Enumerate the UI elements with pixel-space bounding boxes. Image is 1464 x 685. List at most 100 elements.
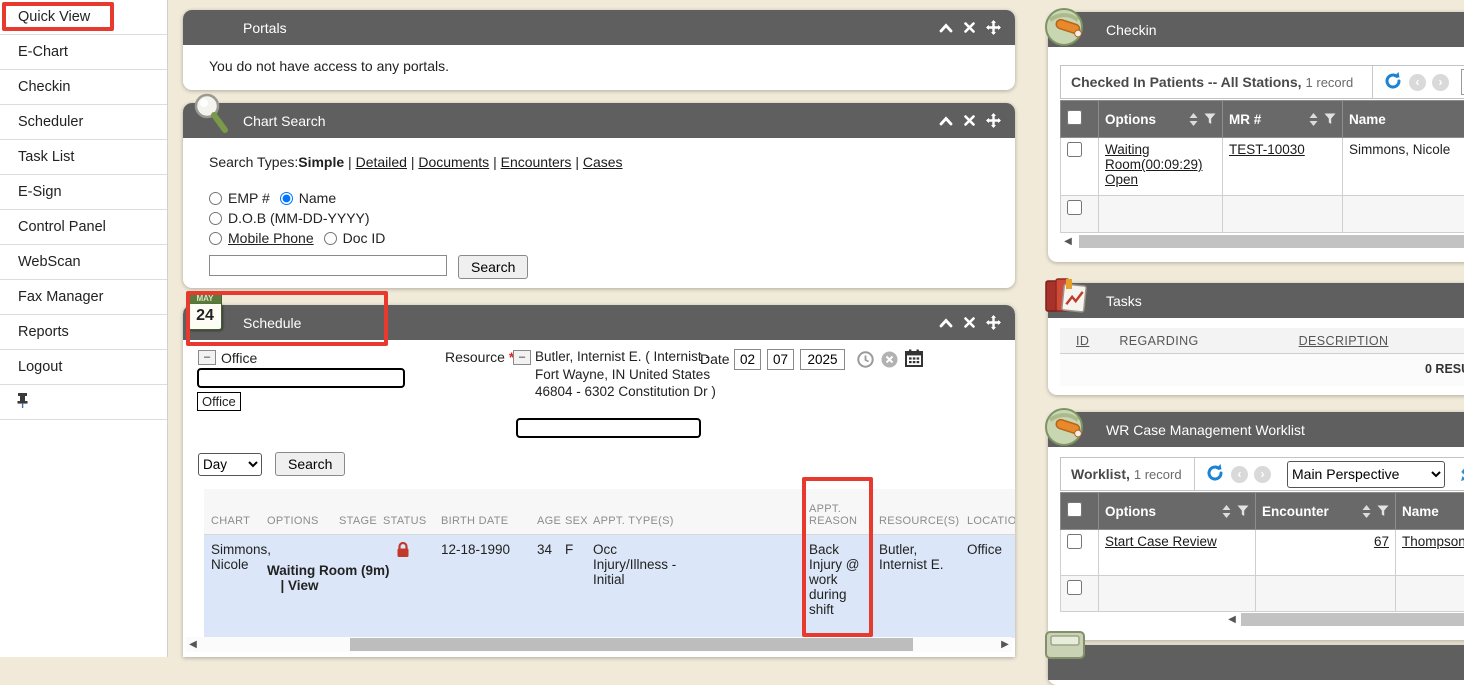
- name-radio[interactable]: [280, 192, 293, 205]
- move-icon[interactable]: [986, 20, 1001, 35]
- col-stage[interactable]: STAGE: [332, 515, 376, 534]
- row-checkbox[interactable]: [1067, 580, 1082, 595]
- scrollbar-thumb[interactable]: [1079, 235, 1464, 248]
- cell-chart[interactable]: Simmons, Nicole: [204, 535, 260, 638]
- col-status[interactable]: STATUS: [376, 515, 434, 534]
- sidebar-item-scheduler[interactable]: Scheduler: [0, 105, 167, 140]
- worklist-col-options[interactable]: Options: [1099, 493, 1256, 530]
- refresh-icon[interactable]: [1383, 71, 1403, 94]
- schedule-hscrollbar[interactable]: ◀ ▶: [186, 637, 1012, 652]
- worklist-patient-link[interactable]: Thompson, Jennifer: [1402, 534, 1464, 549]
- resource-collapse-button[interactable]: –: [513, 350, 531, 365]
- scroll-left-arrow[interactable]: ◀: [1061, 236, 1075, 247]
- search-type-simple[interactable]: Simple: [298, 154, 344, 170]
- dob-radio[interactable]: [209, 212, 222, 225]
- chart-search-button[interactable]: Search: [458, 255, 528, 279]
- scrollbar-thumb[interactable]: [1241, 613, 1464, 626]
- col-options[interactable]: OPTIONS: [260, 515, 332, 534]
- scrollbar-thumb[interactable]: [350, 638, 913, 651]
- date-day-input[interactable]: [767, 349, 794, 370]
- sidebar-item-control-panel[interactable]: Control Panel: [0, 210, 167, 245]
- row-checkbox[interactable]: [1067, 534, 1082, 549]
- close-icon[interactable]: [964, 22, 975, 33]
- clear-date-icon[interactable]: [881, 351, 898, 371]
- tasks-col-id[interactable]: ID: [1076, 334, 1089, 348]
- calendar-picker-icon[interactable]: [905, 349, 923, 370]
- tasks-col-regarding: REGARDING: [1119, 334, 1198, 348]
- date-year-input[interactable]: [800, 349, 845, 370]
- checkin-col-mr[interactable]: MR #: [1223, 101, 1343, 138]
- search-type-encounters[interactable]: Encounters: [501, 154, 572, 170]
- resource-input[interactable]: [516, 418, 701, 438]
- close-icon[interactable]: [964, 317, 975, 328]
- sidebar-item-e-sign[interactable]: E-Sign: [0, 175, 167, 210]
- sidebar-item-checkin[interactable]: Checkin: [0, 70, 167, 105]
- tasks-col-description[interactable]: DESCRIPTION: [1299, 334, 1389, 348]
- sidebar-item-webscan[interactable]: WebScan: [0, 245, 167, 280]
- next-page-icon[interactable]: ›: [1432, 74, 1449, 91]
- appointment-row[interactable]: Simmons, Nicole Waiting Room (9m) | View…: [204, 535, 1015, 638]
- select-all-checkbox[interactable]: [1067, 502, 1082, 517]
- mr-number-link[interactable]: TEST-10030: [1229, 142, 1305, 157]
- collapse-icon[interactable]: [939, 318, 953, 328]
- move-icon[interactable]: [986, 315, 1001, 330]
- clock-icon[interactable]: [857, 351, 874, 371]
- checkin-col-name[interactable]: Name: [1343, 101, 1464, 138]
- col-chart[interactable]: CHART: [204, 515, 260, 534]
- col-sex[interactable]: SEX: [558, 515, 586, 534]
- search-type-detailed[interactable]: Detailed: [356, 154, 407, 170]
- scroll-right-arrow[interactable]: ▶: [998, 639, 1012, 650]
- col-resources[interactable]: RESOURCE(S): [872, 515, 960, 534]
- col-birth-date[interactable]: BIRTH DATE: [434, 515, 530, 534]
- prev-page-icon[interactable]: ‹: [1409, 74, 1426, 91]
- col-location[interactable]: LOCATION: [960, 515, 1015, 534]
- checkin-col-options[interactable]: Options: [1099, 101, 1223, 138]
- search-type-documents[interactable]: Documents: [418, 154, 489, 170]
- worklist-hscrollbar[interactable]: ◀: [1061, 612, 1464, 627]
- office-collapse-button[interactable]: –: [198, 350, 216, 365]
- mobile-phone-radio-label[interactable]: Mobile Phone: [228, 230, 314, 246]
- pin-icon[interactable]: [16, 392, 29, 412]
- open-link[interactable]: Open: [1105, 172, 1138, 187]
- office-input[interactable]: [197, 368, 405, 388]
- sidebar-item-task-list[interactable]: Task List: [0, 140, 167, 175]
- worklist-col-name[interactable]: Name: [1396, 493, 1464, 530]
- col-appt-types[interactable]: APPT. TYPE(S): [593, 515, 674, 527]
- sidebar-item-reports[interactable]: Reports: [0, 315, 167, 350]
- move-icon[interactable]: [986, 113, 1001, 128]
- date-month-input[interactable]: [734, 349, 761, 370]
- col-appt-reason[interactable]: APPT. REASON: [809, 503, 865, 527]
- search-type-cases[interactable]: Cases: [583, 154, 623, 170]
- scroll-left-arrow[interactable]: ◀: [1225, 614, 1239, 625]
- row-checkbox[interactable]: [1067, 200, 1082, 215]
- schedule-search-button[interactable]: Search: [275, 452, 345, 476]
- checkin-hscrollbar[interactable]: ◀: [1061, 234, 1464, 249]
- view-link[interactable]: | View: [267, 578, 332, 593]
- start-case-review-link[interactable]: Start Case Review: [1105, 534, 1217, 549]
- sidebar-item-fax-manager[interactable]: Fax Manager: [0, 280, 167, 315]
- next-page-icon[interactable]: ›: [1254, 466, 1271, 483]
- view-mode-select[interactable]: Day: [198, 453, 262, 476]
- waiting-room-stage[interactable]: Waiting Room (9m): [267, 563, 332, 578]
- col-age[interactable]: AGE: [530, 515, 558, 534]
- edit-pencil-icon[interactable]: [1459, 463, 1464, 485]
- sidebar-item-e-chart[interactable]: E-Chart: [0, 35, 167, 70]
- close-icon[interactable]: [964, 115, 975, 126]
- chart-search-input[interactable]: [209, 255, 447, 276]
- row-checkbox[interactable]: [1067, 142, 1082, 157]
- emp-radio[interactable]: [209, 192, 222, 205]
- collapse-icon[interactable]: [939, 116, 953, 126]
- select-all-checkbox[interactable]: [1067, 110, 1082, 125]
- refresh-icon[interactable]: [1205, 463, 1225, 486]
- scroll-left-arrow[interactable]: ◀: [186, 639, 200, 650]
- worklist-col-encounter[interactable]: Encounter: [1256, 493, 1396, 530]
- sidebar-item-logout[interactable]: Logout: [0, 350, 167, 385]
- prev-page-icon[interactable]: ‹: [1231, 466, 1248, 483]
- perspective-select[interactable]: Main Perspective: [1287, 461, 1445, 488]
- encounter-link[interactable]: 67: [1374, 534, 1389, 549]
- sidebar-item-quick-view[interactable]: Quick View: [0, 0, 167, 35]
- collapse-icon[interactable]: [939, 23, 953, 33]
- doc-id-radio[interactable]: [324, 232, 337, 245]
- waiting-room-link[interactable]: Waiting Room(00:09:29): [1105, 142, 1203, 172]
- mobile-phone-radio[interactable]: [209, 232, 222, 245]
